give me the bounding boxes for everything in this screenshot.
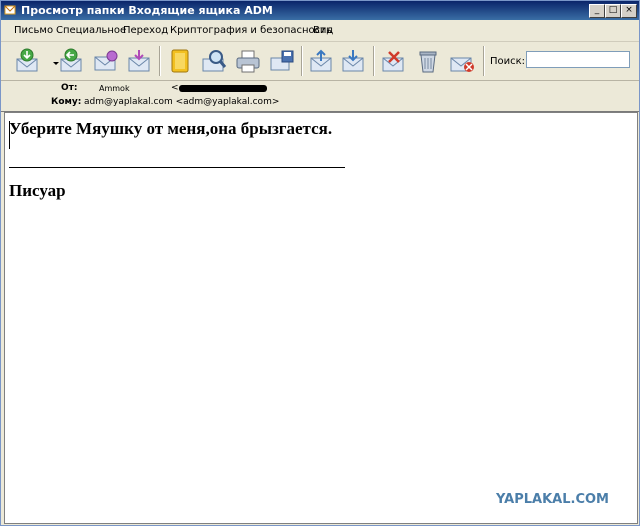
toolbar-separator — [483, 46, 485, 76]
toolbar-separator — [301, 46, 303, 76]
menu-view[interactable]: Вид — [313, 25, 333, 36]
to-address[interactable]: adm@yaplakal.com <adm@yaplakal.com> — [84, 97, 279, 107]
search-input[interactable] — [526, 51, 630, 68]
save-icon — [270, 50, 294, 71]
to-label: Кому: — [51, 97, 82, 107]
move-down-icon — [342, 50, 364, 72]
delete-icon — [382, 51, 404, 72]
close-button[interactable]: × — [621, 4, 637, 18]
print-button[interactable] — [233, 47, 263, 75]
mail-window: Просмотр папки Входящие ящика ADM _ □ × … — [0, 0, 640, 526]
print-icon — [236, 50, 260, 73]
from-label: От: — [61, 83, 78, 93]
toolbar: Поиск: — [1, 42, 639, 81]
reply-icon — [60, 48, 82, 72]
trash-button[interactable] — [413, 47, 443, 75]
window-title: Просмотр папки Входящие ящика ADM — [21, 4, 273, 17]
watermark: YAPLAKAL.COM — [496, 492, 609, 507]
message-body[interactable]: Уберите Мяушку от меня,она брызгается. П… — [4, 112, 638, 524]
menu-letter[interactable]: Письмо — [14, 25, 53, 36]
redaction-bar — [179, 85, 267, 92]
forward-icon — [94, 50, 118, 71]
send-button[interactable] — [125, 47, 155, 75]
maximize-button[interactable]: □ — [605, 4, 621, 18]
menu-special[interactable]: Специальное — [56, 25, 126, 36]
menu-bar: Письмо Специальное Переход Криптография … — [1, 21, 639, 42]
get-mail-dropdown[interactable] — [41, 47, 59, 75]
junk-icon — [450, 57, 474, 72]
get-mail-button[interactable] — [13, 47, 43, 75]
toolbar-separator — [373, 46, 375, 76]
from-email-bracket: < — [171, 83, 179, 93]
toolbar-separator — [159, 46, 161, 76]
message-text: Уберите Мяушку от меня,она брызгается. — [9, 119, 333, 138]
window-icon — [4, 5, 16, 15]
trash-icon — [419, 51, 437, 73]
message-signature: Писуар — [9, 181, 66, 200]
reply-button[interactable] — [56, 47, 86, 75]
forward-button[interactable] — [91, 47, 121, 75]
send-icon — [128, 50, 150, 72]
menu-crypto[interactable]: Криптография и безопасность — [170, 25, 332, 36]
from-name[interactable]: Ammok — [99, 84, 130, 93]
get-mail-icon — [16, 48, 38, 72]
minimize-button[interactable]: _ — [589, 4, 605, 18]
junk-button[interactable] — [447, 47, 477, 75]
move-up-icon — [310, 49, 332, 72]
address-book-icon — [171, 49, 189, 73]
menu-go[interactable]: Переход — [123, 25, 168, 36]
find-button[interactable] — [199, 47, 229, 75]
title-bar[interactable]: Просмотр папки Входящие ящика ADM _ □ × — [1, 1, 639, 20]
save-button[interactable] — [267, 47, 297, 75]
find-icon — [202, 50, 227, 72]
message-headers: От: Ammok < Кому: adm@yaplakal.com <adm@… — [1, 81, 639, 112]
move-up-button[interactable] — [307, 47, 337, 75]
address-book-button[interactable] — [165, 47, 195, 75]
search-label: Поиск: — [490, 56, 526, 67]
delete-button[interactable] — [379, 47, 409, 75]
signature-divider — [9, 167, 345, 168]
move-down-button[interactable] — [339, 47, 369, 75]
